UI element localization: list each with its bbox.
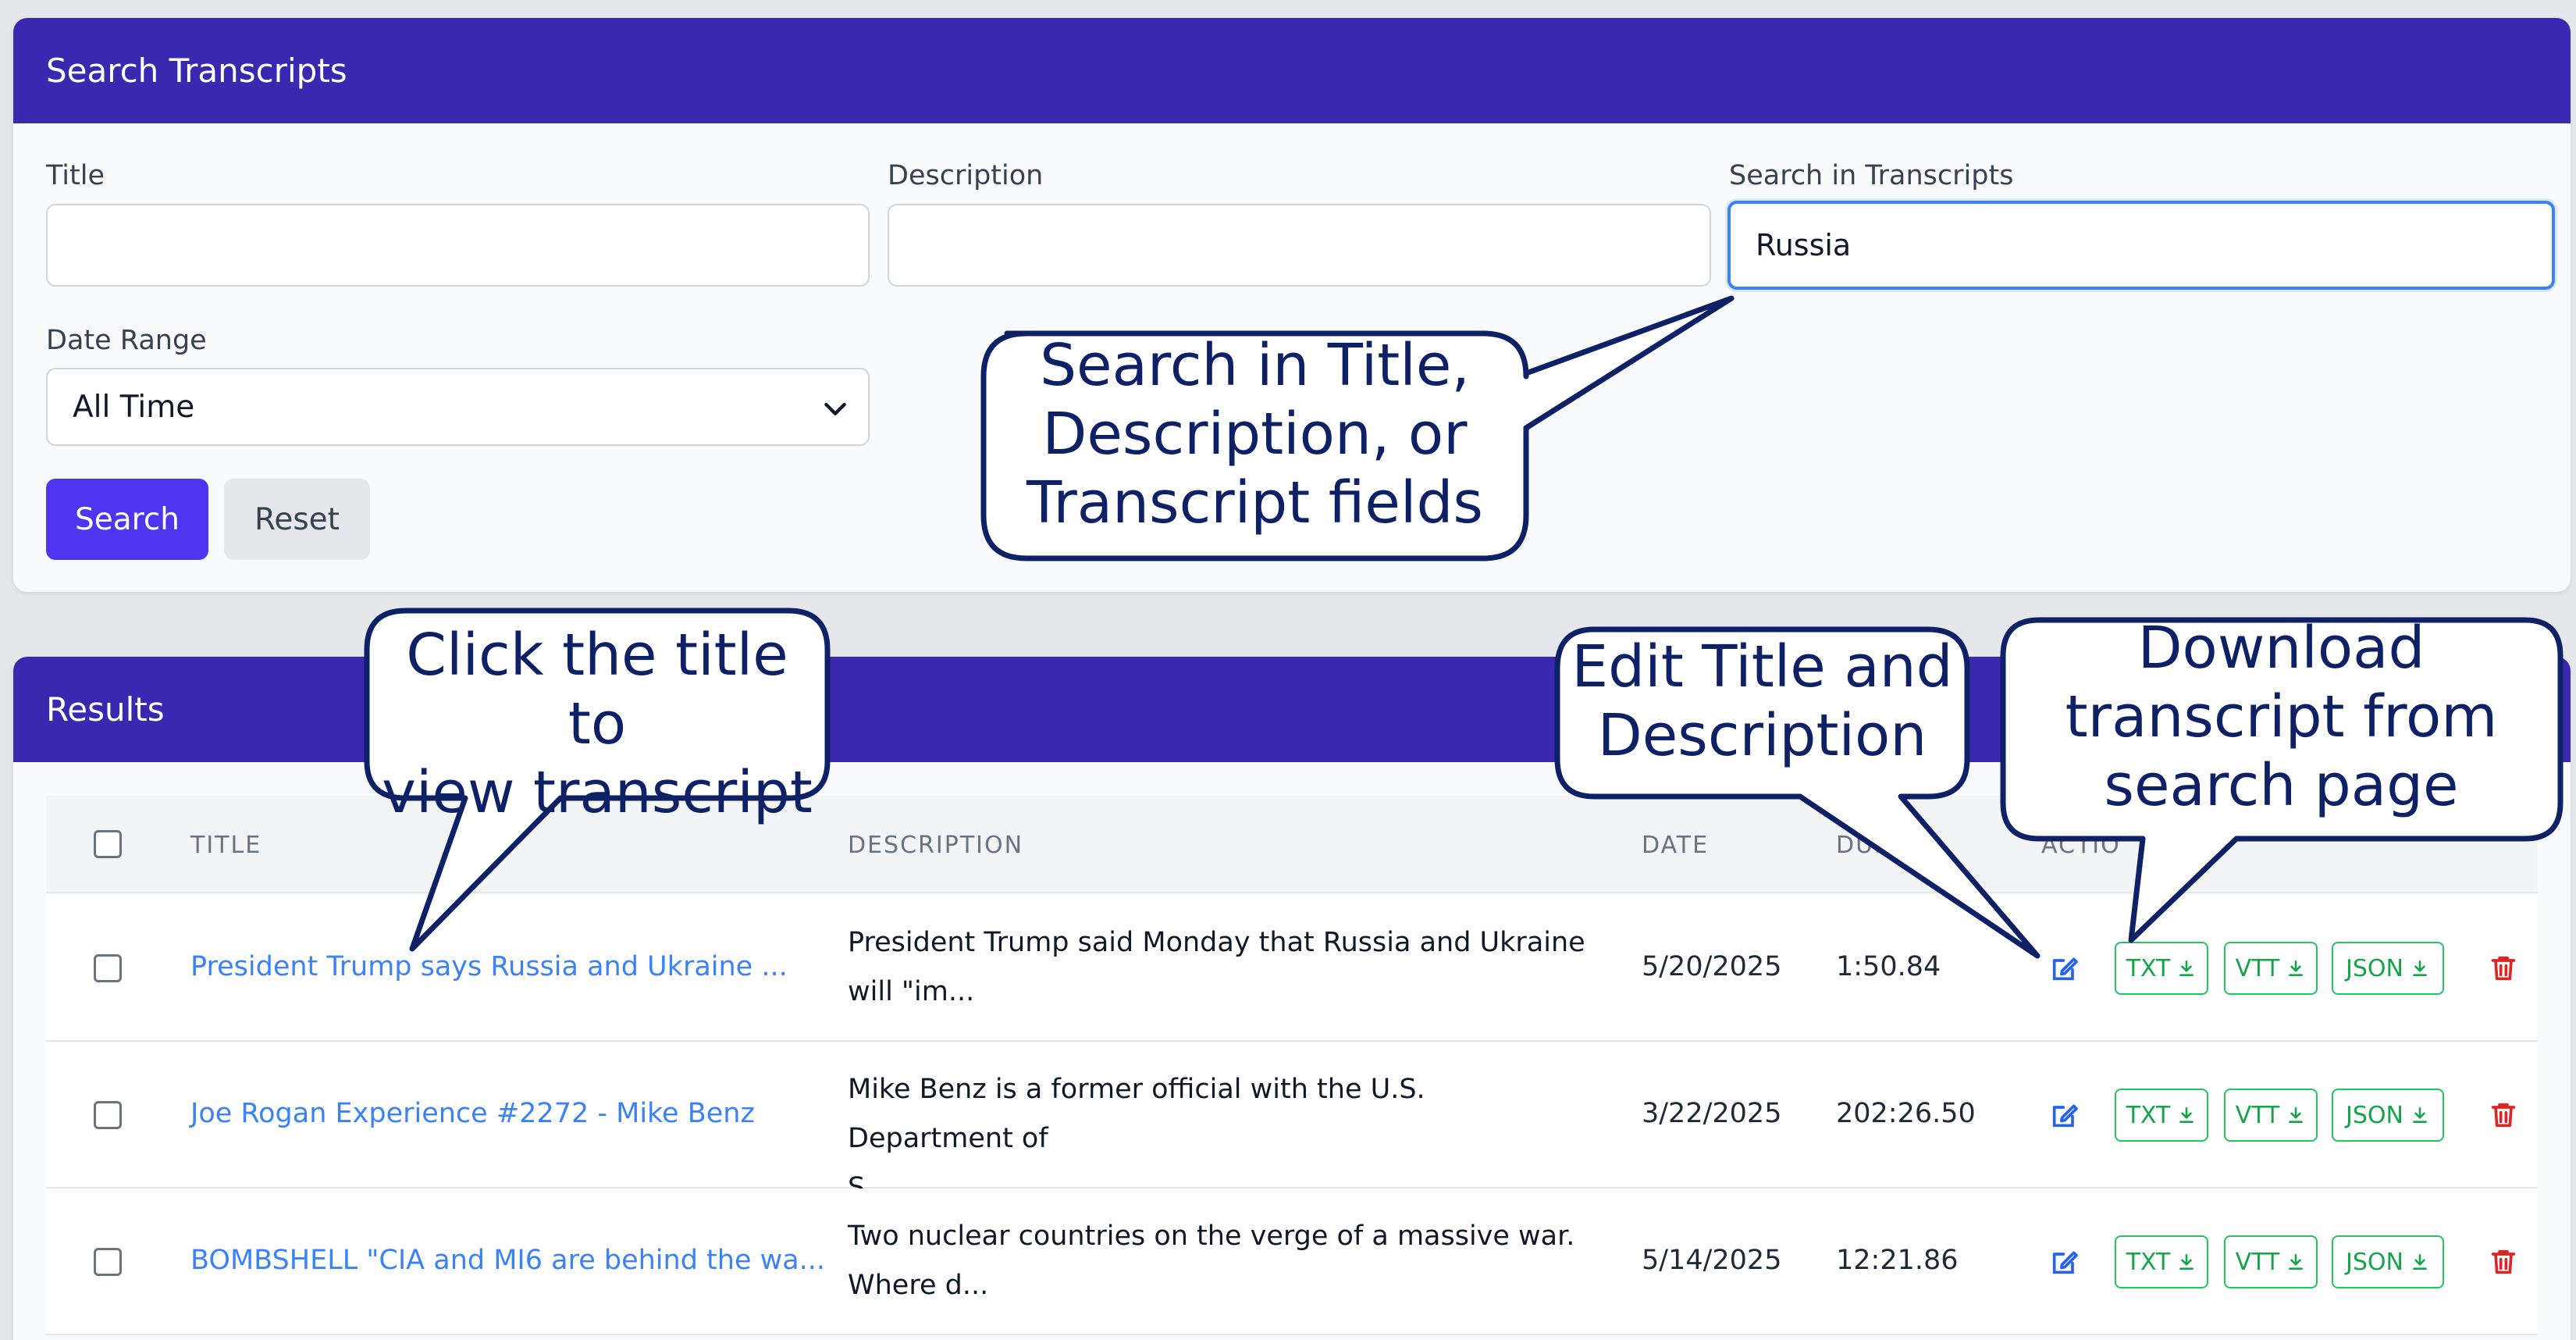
description-input[interactable] (888, 204, 1711, 287)
transcript-description: President Trump said Monday that Russia … (848, 918, 1589, 1017)
edit-icon[interactable] (2049, 1246, 2080, 1278)
transcript-description: Two nuclear countries on the verge of a … (848, 1212, 1589, 1310)
callout-line: Search in Title, (1040, 332, 1470, 399)
description-line: will "im... (848, 976, 975, 1007)
download-txt-label: TXT (2126, 954, 2171, 982)
download-icon (2289, 960, 2304, 976)
download-vtt-button[interactable]: VTT (2224, 1235, 2318, 1288)
download-vtt-button[interactable]: VTT (2224, 1089, 2318, 1142)
download-icon (2413, 960, 2427, 976)
callout-download: Download transcript from search page (2006, 614, 2556, 820)
transcript-duration: 1:50.84 (1836, 951, 1941, 982)
download-txt-button[interactable]: TXT (2115, 942, 2208, 995)
search-transcripts-input[interactable] (1727, 201, 2555, 290)
description-line: Where d... (848, 1270, 989, 1301)
column-description[interactable]: DESCRIPTION (848, 832, 1023, 859)
callout-line: Description, or (1042, 401, 1468, 468)
download-json-button[interactable]: JSON (2332, 1235, 2444, 1288)
row-checkbox[interactable] (94, 1248, 122, 1276)
callout-edit: Edit Title and Description (1561, 633, 1963, 770)
download-txt-label: TXT (2126, 1248, 2171, 1276)
trash-icon[interactable] (2488, 953, 2519, 984)
transcript-title-link[interactable]: President Trump says Russia and Ukraine … (190, 951, 788, 982)
download-icon (2289, 1254, 2304, 1270)
transcript-date: 5/14/2025 (1642, 1245, 1782, 1276)
transcript-duration: 202:26.50 (1836, 1098, 1976, 1129)
title-input[interactable] (46, 204, 870, 287)
search-button[interactable]: Search (46, 479, 208, 560)
title-label: Title (46, 160, 105, 191)
table-row: BOMBSHELL "CIA and MI6 are behind the wa… (46, 1189, 2538, 1335)
download-vtt-label: VTT (2235, 1101, 2280, 1129)
transcript-title-link[interactable]: Joe Rogan Experience #2272 - Mike Benz (190, 1098, 755, 1129)
description-line: Two nuclear countries on the verge of a … (848, 1221, 1575, 1252)
download-json-label: JSON (2346, 1248, 2403, 1276)
transcript-date: 3/22/2025 (1642, 1098, 1782, 1129)
column-title[interactable]: TITLE (190, 832, 262, 859)
transcript-duration: 12:21.86 (1836, 1245, 1959, 1276)
callout-line: Click the title to (406, 622, 788, 757)
trash-icon[interactable] (2488, 1099, 2519, 1131)
download-txt-button[interactable]: TXT (2115, 1089, 2208, 1142)
reset-button[interactable]: Reset (224, 479, 370, 560)
callout-line: Edit Title and (1571, 633, 1953, 700)
row-checkbox[interactable] (94, 1101, 122, 1129)
table-row: Joe Rogan Experience #2272 - Mike Benz M… (46, 1042, 2538, 1203)
row-checkbox[interactable] (94, 954, 122, 982)
transcript-date: 5/20/2025 (1642, 951, 1782, 982)
edit-icon[interactable] (2049, 1099, 2080, 1131)
column-date[interactable]: DATE (1642, 832, 1709, 859)
download-icon (2179, 1107, 2194, 1123)
table-row: President Trump says Russia and Ukraine … (46, 895, 2538, 1042)
callout-line: search page (2104, 752, 2459, 819)
callout-line: Download (2137, 615, 2425, 682)
download-icon (2179, 1254, 2194, 1270)
callout-search-fields: Search in Title, Description, or Transcr… (987, 331, 1522, 537)
date-range-select[interactable]: All Time (46, 368, 870, 446)
download-json-button[interactable]: JSON (2332, 942, 2444, 995)
callout-click-title: Click the title to view transcript (371, 621, 824, 827)
chevron-down-icon (824, 402, 846, 415)
callout-line: transcript from (2065, 683, 2498, 750)
column-actions: ACTIO (2041, 832, 2121, 859)
download-json-label: JSON (2346, 1101, 2403, 1129)
download-txt-label: TXT (2126, 1101, 2171, 1129)
transcript-title-link[interactable]: BOMBSHELL "CIA and MI6 are behind the wa… (190, 1245, 825, 1276)
download-vtt-button[interactable]: VTT (2224, 942, 2318, 995)
download-txt-button[interactable]: TXT (2115, 1235, 2208, 1288)
download-icon (2289, 1107, 2304, 1123)
download-icon (2413, 1254, 2427, 1270)
download-vtt-label: VTT (2235, 1248, 2280, 1276)
callout-line: Transcript fields (1026, 469, 1483, 536)
search-transcripts-label: Search in Transcripts (1729, 160, 2014, 191)
column-duration[interactable]: DUR (1836, 832, 1892, 859)
download-icon (2179, 960, 2194, 976)
callout-line: view transcript (382, 759, 813, 826)
trash-icon[interactable] (2488, 1246, 2519, 1278)
callout-line: Description (1597, 702, 1927, 769)
date-range-label: Date Range (46, 325, 207, 356)
edit-icon[interactable] (2049, 953, 2080, 984)
download-icon (2413, 1107, 2427, 1123)
download-json-label: JSON (2346, 954, 2403, 982)
download-vtt-label: VTT (2235, 954, 2280, 982)
date-range-value: All Time (73, 389, 195, 425)
description-line: President Trump said Monday that Russia … (848, 927, 1585, 958)
search-panel-header: Search Transcripts (13, 18, 2571, 123)
description-line: Mike Benz is a former official with the … (848, 1074, 1425, 1154)
select-all-checkbox[interactable] (94, 830, 122, 858)
download-json-button[interactable]: JSON (2332, 1089, 2444, 1142)
description-label: Description (888, 160, 1044, 191)
